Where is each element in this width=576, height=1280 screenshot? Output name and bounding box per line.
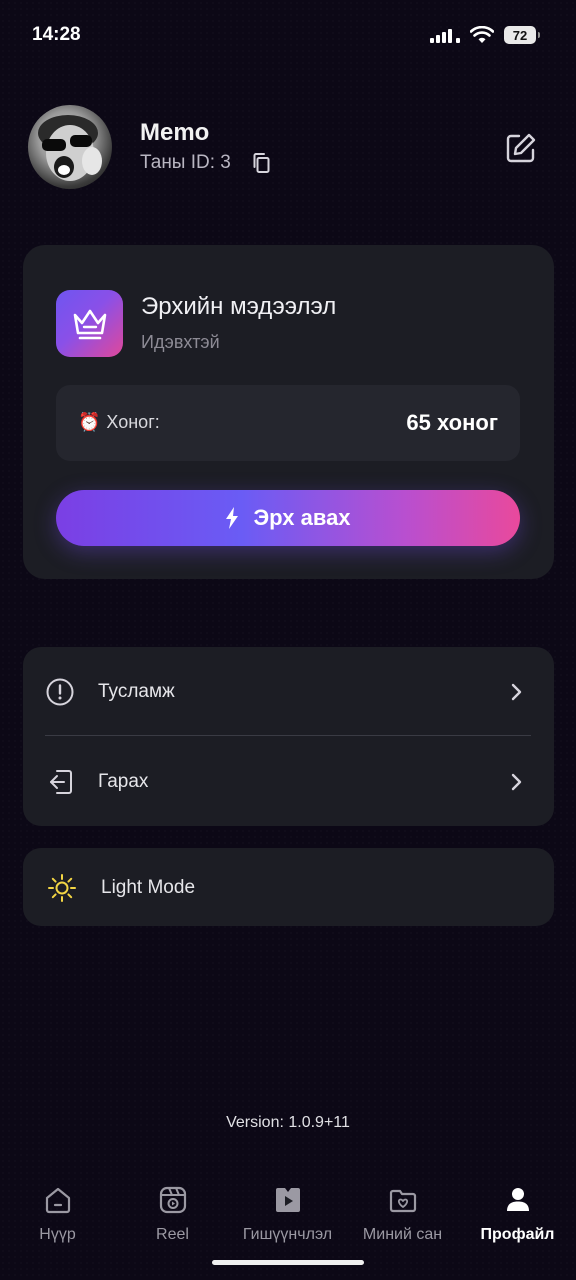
nav-label: Нүүр	[39, 1226, 76, 1243]
signal-icon	[430, 27, 460, 43]
profile-id-row: Таны ID: 3	[140, 152, 273, 174]
subscription-title: Эрхийн мэдээлэл	[141, 293, 337, 320]
nav-label: Гишүүнчлэл	[242, 1226, 333, 1243]
crown-icon	[73, 309, 106, 339]
menu-item-help[interactable]: Тусламж	[23, 647, 554, 735]
light-mode-toggle[interactable]: Light Mode	[23, 848, 554, 926]
avatar[interactable]	[28, 105, 112, 189]
nav-membership[interactable]: Гишүүнчлэл	[230, 1184, 345, 1244]
nav-library[interactable]: Миний сан	[345, 1184, 460, 1244]
profile-name: Memo	[140, 119, 210, 146]
alarm-clock-icon: ⏰	[78, 412, 101, 432]
days-box: ⏰ Хоног: 65 хоног	[56, 385, 520, 461]
crown-badge	[56, 290, 123, 357]
menu-card: Тусламж Гарах	[23, 647, 554, 826]
info-circle-icon	[46, 678, 74, 706]
library-icon	[389, 1189, 416, 1213]
days-label: Хоног:	[106, 412, 160, 432]
divider	[45, 735, 531, 736]
status-icons: 72	[430, 26, 540, 44]
chevron-right-icon	[511, 773, 522, 791]
wifi-icon	[470, 26, 494, 43]
nav-label: Миний сан	[362, 1226, 443, 1243]
reel-icon	[159, 1186, 186, 1214]
home-icon	[45, 1187, 70, 1214]
home-indicator	[212, 1260, 364, 1265]
days-label-row: ⏰ Хоног:	[78, 412, 160, 433]
status-time: 14:28	[32, 24, 81, 45]
app-version: Version: 1.0.9+11	[226, 1114, 350, 1131]
days-value: 65 хоног	[406, 410, 498, 435]
menu-item-label: Тусламж	[98, 681, 175, 702]
get-subscription-button[interactable]: Эрх авах	[56, 490, 520, 546]
membership-icon	[275, 1188, 300, 1212]
battery-level: 72	[512, 27, 528, 43]
profile-id: Таны ID: 3	[140, 152, 231, 173]
profile-header: Memo Таны ID: 3	[28, 105, 548, 191]
menu-item-label: Гарах	[98, 771, 149, 792]
profile-screen: 14:28 72 Memo Таны ID: 3 Эрхийн мэдээлэл…	[0, 0, 576, 1280]
copy-icon[interactable]	[251, 152, 273, 174]
edit-icon[interactable]	[504, 131, 538, 165]
light-mode-label: Light Mode	[101, 877, 196, 898]
logout-icon	[50, 770, 72, 794]
subscription-status: Идэвхтэй	[141, 332, 220, 352]
profile-icon	[506, 1188, 529, 1211]
nav-label: Профайл	[480, 1226, 555, 1243]
subscription-card: Эрхийн мэдээлэл Идэвхтэй ⏰ Хоног: 65 хон…	[23, 245, 554, 579]
sun-icon	[48, 874, 76, 902]
nav-profile[interactable]: Профайл	[460, 1184, 575, 1244]
nav-home[interactable]: Нүүр	[0, 1184, 115, 1244]
lightning-icon	[226, 507, 239, 529]
nav-label: Reel	[156, 1226, 189, 1243]
status-bar: 14:28 72	[0, 0, 576, 70]
nav-reel[interactable]: Reel	[115, 1184, 230, 1244]
battery-icon: 72	[504, 26, 540, 44]
menu-item-logout[interactable]: Гарах	[23, 737, 554, 825]
chevron-right-icon	[511, 683, 522, 701]
get-subscription-label: Эрх авах	[253, 505, 351, 530]
